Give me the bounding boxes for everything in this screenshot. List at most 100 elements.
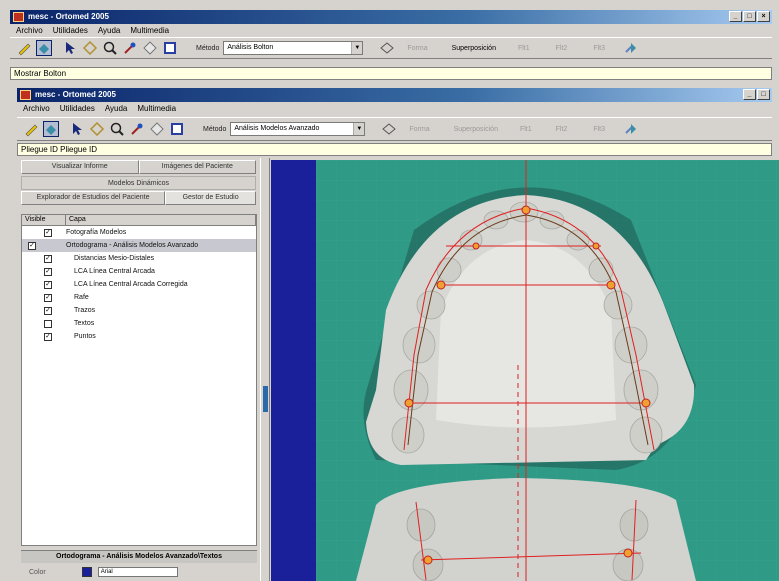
flt3-button[interactable]: Flt3 [593,126,605,133]
cursor-icon[interactable] [62,40,78,56]
checkbox-checked-icon[interactable]: ✓ [44,280,52,289]
menu-archivo[interactable]: Archivo [23,102,50,115]
back-window-titlebar[interactable]: mesc - Ortomed 2005 _ □ × [10,10,772,24]
diamond-icon[interactable] [89,121,105,137]
tab-gestor-estudio[interactable]: Gestor de Estudio [165,191,256,205]
layer-shape-icon[interactable] [381,121,397,137]
menu-ayuda[interactable]: Ayuda [105,102,128,115]
properties-footer: Ortodograma - Análisis Modelos Avanzado\… [21,550,257,581]
model-image-canvas[interactable] [316,160,779,581]
layer-row[interactable]: ✓ Distancias Mesio-Distales [22,252,256,265]
zoom-icon[interactable] [102,40,118,56]
minimize-button[interactable]: _ [729,11,742,22]
pencil-icon[interactable] [23,121,39,137]
metodo-select[interactable]: Análisis Modelos Avanzado ▼ [230,122,366,136]
cursor-icon[interactable] [69,121,85,137]
metodo-label: Método [203,125,227,133]
superposicion-button[interactable]: Superposición [452,45,496,52]
brush-icon[interactable] [122,40,138,56]
checkbox-checked-icon[interactable]: ✓ [44,254,52,263]
layer-row[interactable]: ✓ Puntos [22,330,256,343]
frame-icon[interactable] [169,121,185,137]
checkbox-checked-icon[interactable]: ✓ [44,293,52,302]
column-visible[interactable]: Visible [22,215,66,225]
superposicion-button[interactable]: Superposición [454,126,498,133]
dental-cast-photo [316,160,779,581]
splitter-handle[interactable] [263,386,268,412]
maximize-button[interactable]: □ [743,11,756,22]
layer-row[interactable]: Textos [22,317,256,330]
settings-icon[interactable] [623,40,639,56]
shape-icon[interactable] [142,40,158,56]
checkbox-checked-icon[interactable]: ✓ [28,241,36,250]
front-info-bar: Pliegue ID Pliegue ID [17,143,772,156]
menu-multimedia[interactable]: Multimedia [137,102,176,115]
model-view-icon[interactable] [36,40,52,56]
menu-ayuda[interactable]: Ayuda [98,24,121,37]
flt1-button[interactable]: Flt1 [520,126,532,133]
layer-label: Textos [74,320,95,327]
layer-visible-cell: ✓ [22,332,66,341]
back-info-bar: Mostrar Bolton [10,67,772,80]
layer-visible-cell: ✓ [22,228,66,237]
maximize-button[interactable]: □ [757,89,770,100]
section-title: Modelos Dinámicos [21,176,256,190]
flt1-button[interactable]: Flt1 [518,45,530,52]
chevron-down-icon[interactable]: ▼ [353,123,365,135]
zoom-icon[interactable] [109,121,125,137]
tab-explorador-estudios[interactable]: Explorador de Estudios del Paciente [21,191,166,205]
checkbox-unchecked-icon[interactable] [44,319,52,328]
front-window-title: mesc - Ortomed 2005 [35,90,116,99]
column-capa[interactable]: Capa [66,215,256,225]
layer-row[interactable]: ✓ LCA Línea Central Arcada Corregida [22,278,256,291]
layer-label: Fotografía Modelos [66,229,127,236]
settings-icon[interactable] [623,121,639,137]
tab-visualizar-informe[interactable]: Visualizar Informe [21,160,139,174]
shape-icon[interactable] [149,121,165,137]
tab-row-1: Visualizar Informe Imágenes del Paciente [21,160,256,174]
menu-archivo[interactable]: Archivo [16,24,43,37]
diamond-icon[interactable] [82,40,98,56]
left-panel: Visualizar Informe Imágenes del Paciente… [17,158,260,581]
front-window-titlebar[interactable]: mesc - Ortomed 2005 _ □ [17,88,772,102]
metodo-select[interactable]: Análisis Bolton ▼ [223,41,364,55]
minimize-button[interactable]: _ [743,89,756,100]
flt3-button[interactable]: Flt3 [593,45,605,52]
flt2-button[interactable]: Flt2 [556,45,568,52]
pencil-icon[interactable] [16,40,32,56]
chevron-down-icon[interactable]: ▼ [351,42,363,54]
frame-icon[interactable] [162,40,178,56]
checkbox-checked-icon[interactable]: ✓ [44,332,52,341]
layer-row[interactable]: ✓ Rafe [22,291,256,304]
menu-utilidades[interactable]: Utilidades [60,102,95,115]
metodo-select-value: Análisis Modelos Avanzado [234,125,320,132]
layer-label: Puntos [74,333,96,340]
layer-row[interactable]: ✓ Fotografía Modelos [22,226,256,239]
checkbox-checked-icon[interactable]: ✓ [44,228,52,237]
brush-icon[interactable] [129,121,145,137]
checkbox-checked-icon[interactable]: ✓ [44,267,52,276]
metodo-select-value: Análisis Bolton [227,44,274,51]
forma-button[interactable]: Forma [409,126,429,133]
layer-row[interactable]: ✓ Trazos [22,304,256,317]
app-icon [20,90,31,100]
font-select[interactable]: Arial [97,567,178,577]
layer-visible-cell: ✓ [22,306,66,315]
front-info-text: Pliegue ID Pliegue ID [21,145,98,154]
forma-button[interactable]: Forma [407,45,427,52]
close-button[interactable]: × [757,11,770,22]
tab-imagenes-paciente[interactable]: Imágenes del Paciente [138,160,256,174]
layer-label: Trazos [74,307,96,314]
color-swatch[interactable] [81,567,92,577]
layer-shape-icon[interactable] [379,40,395,56]
menu-utilidades[interactable]: Utilidades [53,24,88,37]
checkbox-checked-icon[interactable]: ✓ [44,306,52,315]
flt2-button[interactable]: Flt2 [556,126,568,133]
metodo-label: Método [196,44,220,52]
menu-multimedia[interactable]: Multimedia [130,24,169,37]
layer-row[interactable]: ✓ Ortodograma - Análisis Modelos Avanzado [22,239,256,252]
panel-splitter[interactable] [260,158,270,581]
model-view-icon[interactable] [43,121,59,137]
layer-row[interactable]: ✓ LCA Línea Central Arcada [22,265,256,278]
layer-label: Distancias Mesio-Distales [74,255,155,262]
